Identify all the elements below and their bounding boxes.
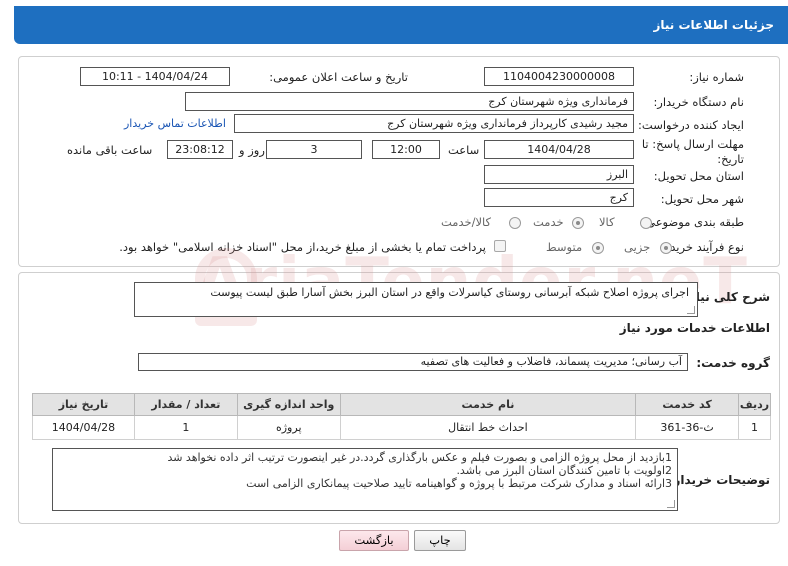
buyer-contact-link[interactable]: اطلاعات تماس خریدار <box>124 117 226 130</box>
cell-quantity: 1 <box>133 415 238 440</box>
cell-row-number: 1 <box>738 415 771 440</box>
category-option-goods: کالا <box>599 215 615 229</box>
back-button[interactable]: بازگشت <box>339 530 409 551</box>
cell-service-code: ث-36-361 <box>635 415 740 440</box>
province-label: استان محل تحویل: <box>653 169 744 183</box>
col-need-date: تاریخ نیاز <box>32 393 135 416</box>
print-button[interactable]: چاپ <box>414 530 466 551</box>
need-number-label: شماره نیاز: <box>689 70 744 84</box>
remaining-time-label: ساعت باقی مانده <box>67 143 153 157</box>
buyer-notes-label: توضیحات خریدار: <box>668 473 770 487</box>
deadline-time-field: 12:00 <box>372 140 440 159</box>
category-option-service: خدمت <box>533 215 564 229</box>
cell-unit: پروژه <box>236 415 341 440</box>
process-option-medium: متوسط <box>546 240 583 254</box>
remaining-time-field: 23:08:12 <box>167 140 233 159</box>
province-field: البرز <box>484 165 634 184</box>
buyer-note-line-1: 1بازدید از محل پروژه الزامی و بصورت فیلم… <box>167 451 672 464</box>
creator-field: مجید رشیدی کارپرداز فرمانداری ویژه شهرست… <box>234 114 634 133</box>
service-group-field: آب رسانی؛ مدیریت پسماند، فاضلاب و فعالیت… <box>138 353 688 371</box>
creator-label: ایجاد کننده درخواست: <box>638 118 744 132</box>
buyer-note-line-3: 3ارائه اسناد و مدارک شرکت مرتبط با پروژه… <box>246 477 672 490</box>
deadline-date-field: 1404/04/28 <box>484 140 634 159</box>
process-radio-medium[interactable] <box>592 242 604 254</box>
summary-textbox: اجرای پروژه اصلاح شبکه آبرسانی روستای کی… <box>134 282 698 317</box>
announce-datetime-label: تاریخ و ساعت اعلان عمومی: <box>269 70 408 84</box>
col-row-number: ردیف <box>738 393 771 416</box>
process-type-label: نوع فرآیند خرید : <box>662 240 744 254</box>
days-label: روز و <box>239 143 265 157</box>
category-label: طبقه بندی موضوعی: <box>642 215 744 229</box>
announce-datetime-field: 1404/04/24 - 10:11 <box>80 67 230 86</box>
category-radio-service[interactable] <box>572 217 584 229</box>
days-remaining-field: 3 <box>266 140 362 159</box>
services-section-title: اطلاعات خدمات مورد نیاز <box>619 321 770 335</box>
buyer-org-label: نام دستگاه خریدار: <box>653 95 744 109</box>
col-quantity: تعداد / مقدار <box>133 393 238 416</box>
category-option-goods-service: کالا/خدمت <box>441 215 492 229</box>
table-row: 1 ث-36-361 احداث خط انتقال پروژه 1 1404/… <box>32 415 771 440</box>
col-service-name: نام خدمت <box>339 393 637 416</box>
cell-need-date: 1404/04/28 <box>32 415 135 440</box>
city-field: کرج <box>484 188 634 207</box>
summary-text: اجرای پروژه اصلاح شبکه آبرسانی روستای کی… <box>210 286 689 299</box>
category-radio-goods[interactable] <box>640 217 652 229</box>
buyer-note-line-2: 2اولویت با تامین کنندگان استان البرز می … <box>456 464 672 477</box>
service-group-label: گروه خدمت: <box>696 356 770 370</box>
treasury-payment-checkbox[interactable] <box>494 240 506 252</box>
services-table: ردیف کد خدمت نام خدمت واحد اندازه گیری ت… <box>32 393 771 440</box>
need-info-panel <box>18 56 780 267</box>
col-service-code: کد خدمت <box>635 393 740 416</box>
process-radio-minor[interactable] <box>660 242 672 254</box>
page-title: جزئیات اطلاعات نیاز <box>653 18 774 32</box>
col-unit: واحد اندازه گیری <box>236 393 341 416</box>
buyer-org-field: فرمانداری ویژه شهرستان کرج <box>185 92 634 111</box>
process-option-minor: جزیی <box>624 240 651 254</box>
resize-handle-icon[interactable] <box>687 306 695 314</box>
services-table-header: ردیف کد خدمت نام خدمت واحد اندازه گیری ت… <box>32 393 771 416</box>
deadline-label: مهلت ارسال پاسخ: تا <box>641 137 744 151</box>
cell-service-name: احداث خط انتقال <box>339 415 637 440</box>
buyer-notes-textbox: 1بازدید از محل پروژه الزامی و بصورت فیلم… <box>52 448 678 511</box>
city-label: شهر محل تحویل: <box>660 192 744 206</box>
treasury-payment-note: پرداخت تمام یا بخشی از مبلغ خرید،از محل … <box>119 240 486 254</box>
deadline-date-label: تاریخ: <box>717 152 744 166</box>
need-number-field: 1104004230000008 <box>484 67 634 86</box>
page-header: جزئیات اطلاعات نیاز <box>14 6 788 44</box>
deadline-time-label: ساعت <box>448 143 480 157</box>
resize-handle-icon[interactable] <box>667 500 675 508</box>
category-radio-goods-service[interactable] <box>509 217 521 229</box>
